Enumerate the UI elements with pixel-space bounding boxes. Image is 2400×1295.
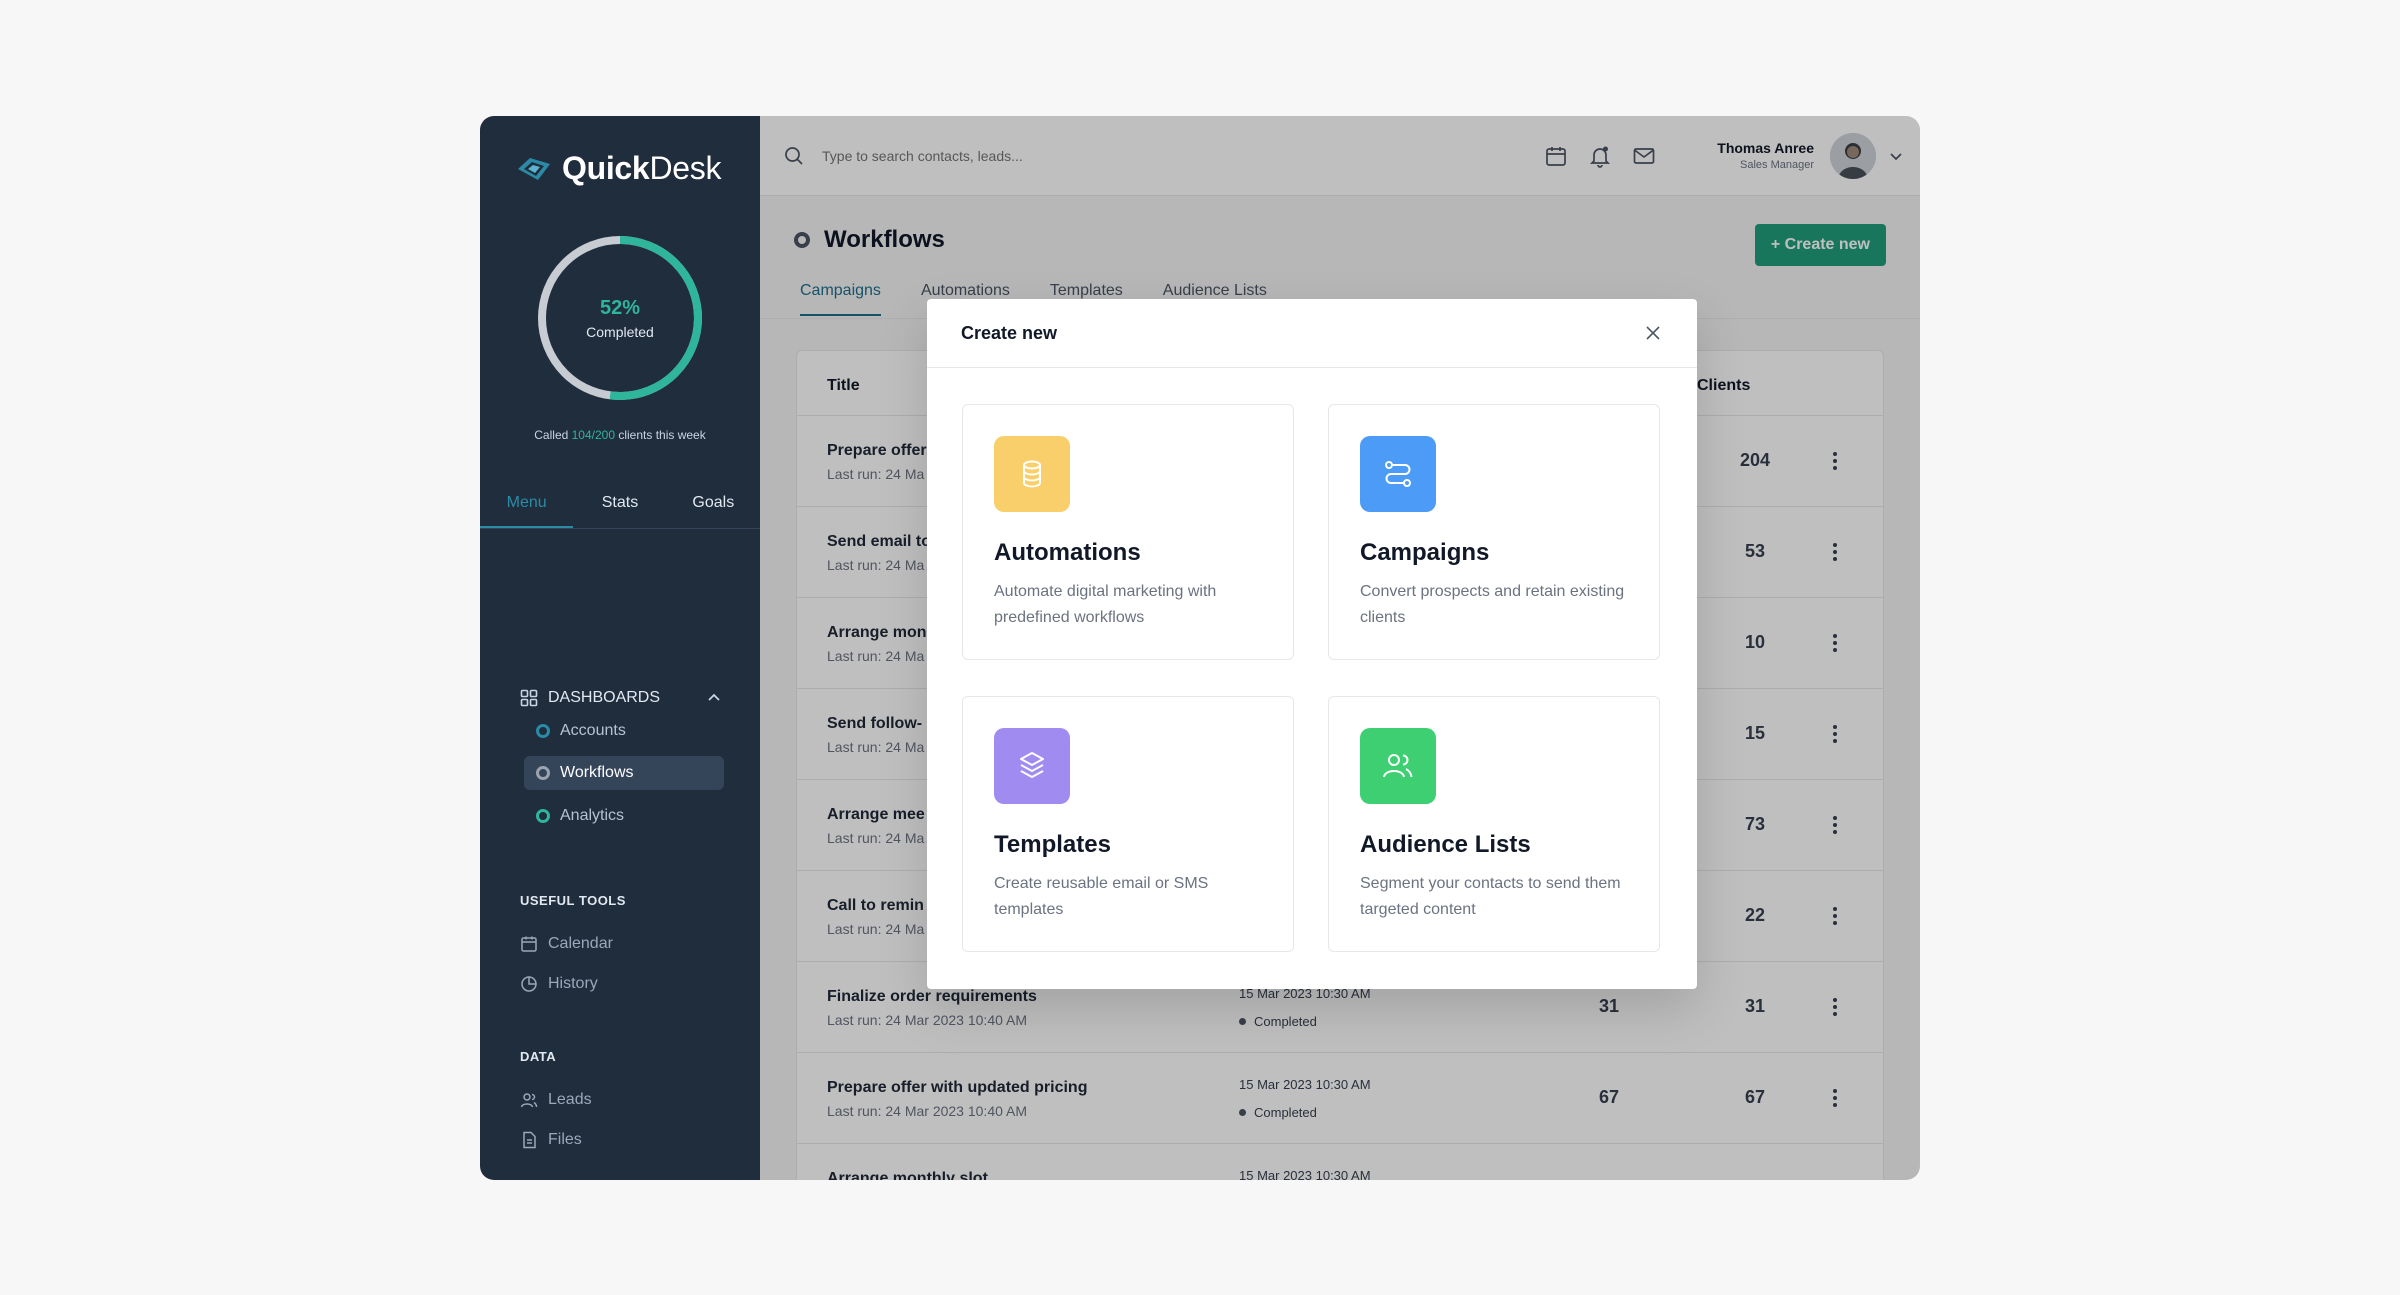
file-icon [523, 1131, 536, 1149]
progress-percent: 52% [599, 296, 641, 319]
sidebar-item-label: Workflows [560, 764, 634, 781]
dashboards-label: DASHBOARDS [548, 689, 661, 706]
sidebar: QuickDesk 52% Completed Called 104/200 c… [480, 116, 760, 1180]
brand-name: QuickDesk [562, 150, 722, 186]
card-title: Automations [994, 539, 1141, 566]
card-description: Segment your contacts to send them targe… [1360, 875, 1621, 918]
create-new-modal: Create new Automations Automate digital … [927, 299, 1697, 989]
users-icon [520, 1093, 538, 1108]
sidebar-item-label: History [548, 975, 598, 992]
sidebar-item-leads[interactable]: Leads [520, 1091, 592, 1109]
users-icon [1383, 754, 1413, 778]
card-icon-bg [1360, 728, 1436, 804]
option-card-audience-lists[interactable]: Audience Lists Segment your contacts to … [1328, 696, 1660, 952]
history-icon [521, 976, 537, 992]
sidebar-tab-stats[interactable]: Stats [573, 494, 666, 528]
status-dot-icon [536, 766, 550, 780]
grid-icon [520, 689, 538, 707]
card-title: Templates [994, 831, 1111, 858]
logo-icon [518, 157, 550, 180]
useful-tools-heading: USEFUL TOOLS [520, 893, 626, 908]
sidebar-item-label: Files [548, 1131, 582, 1148]
close-icon[interactable] [1643, 323, 1663, 343]
sidebar-tab-goals[interactable]: Goals [667, 494, 760, 528]
status-dot-icon [536, 809, 550, 823]
sidebar-item-label: Analytics [560, 807, 625, 824]
sidebar-item-files[interactable]: Files [520, 1131, 582, 1149]
option-card-templates[interactable]: Templates Create reusable email or SMS t… [962, 696, 1294, 952]
brand-logo[interactable]: QuickDesk [516, 150, 721, 187]
option-card-campaigns[interactable]: Campaigns Convert prospects and retain e… [1328, 404, 1660, 660]
option-card-automations[interactable]: Automations Automate digital marketing w… [962, 404, 1294, 660]
dashboards-section-toggle[interactable]: DASHBOARDS [520, 689, 722, 707]
route-icon [1385, 461, 1411, 487]
card-title: Campaigns [1360, 539, 1490, 566]
calendar-icon [521, 936, 537, 952]
sidebar-item-label: Calendar [548, 935, 613, 952]
sidebar-tabs: Menu Stats Goals [480, 494, 760, 529]
sidebar-item-label: Accounts [560, 722, 626, 739]
card-description: Automate digital marketing with predefin… [994, 583, 1217, 626]
progress-ring: 52% Completed [534, 232, 706, 404]
modal-title: Create new [961, 323, 1058, 343]
sidebar-item-calendar[interactable]: Calendar [520, 935, 613, 953]
sidebar-item-analytics[interactable]: Analytics [524, 799, 724, 833]
card-description: Convert prospects and retain existing cl… [1360, 583, 1625, 626]
sidebar-tab-menu[interactable]: Menu [480, 494, 574, 528]
data-heading: DATA [520, 1049, 557, 1064]
layers-icon [1020, 752, 1044, 778]
sidebar-item-accounts[interactable]: Accounts [524, 714, 724, 748]
status-dot-icon [536, 724, 550, 738]
database-icon [1023, 460, 1041, 488]
modal-header: Create new [927, 299, 1697, 368]
card-icon-bg [994, 436, 1070, 512]
card-icon-bg [1360, 436, 1436, 512]
sidebar-item-label: Leads [548, 1091, 592, 1108]
called-summary: Called 104/200 clients this week [534, 428, 706, 442]
sidebar-item-workflows[interactable]: Workflows [524, 756, 724, 790]
card-icon-bg [994, 728, 1070, 804]
card-description: Create reusable email or SMS templates [994, 875, 1209, 918]
card-title: Audience Lists [1360, 831, 1531, 858]
progress-label: Completed [586, 323, 654, 340]
chevron-up-icon [708, 693, 720, 701]
sidebar-item-history[interactable]: History [520, 975, 598, 993]
